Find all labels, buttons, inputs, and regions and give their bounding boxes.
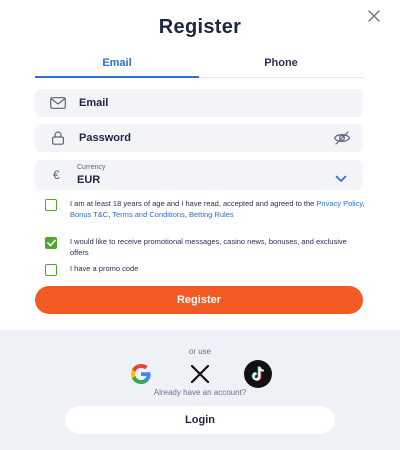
password-placeholder: Password bbox=[79, 132, 131, 144]
eye-slash-icon[interactable] bbox=[333, 130, 351, 151]
currency-label: Currency bbox=[77, 164, 106, 171]
tiktok-icon bbox=[244, 360, 272, 388]
terms-link[interactable]: Terms and Conditions bbox=[112, 210, 185, 219]
euro-icon: € bbox=[53, 168, 60, 182]
tab-phone[interactable]: Phone bbox=[199, 54, 363, 77]
google-login-button[interactable] bbox=[127, 360, 155, 388]
promo-messages-text: I would like to receive promotional mess… bbox=[70, 237, 347, 257]
password-field[interactable]: Password bbox=[35, 124, 363, 152]
privacy-policy-link[interactable]: Privacy Policy bbox=[316, 199, 362, 208]
register-button[interactable]: Register bbox=[35, 286, 363, 314]
google-icon bbox=[131, 364, 151, 384]
tab-email[interactable]: Email bbox=[35, 54, 199, 78]
promo-code-text: I have a promo code bbox=[70, 264, 139, 273]
page-title: Register bbox=[158, 16, 242, 38]
x-icon bbox=[190, 364, 210, 384]
promo-messages-row: I would like to receive promotional mess… bbox=[45, 236, 365, 258]
promo-code-row: I have a promo code bbox=[45, 263, 365, 276]
or-use-text: or use bbox=[188, 347, 212, 356]
social-login-panel: or use Already have an account? Login bbox=[0, 330, 400, 450]
age-consent-checkbox[interactable] bbox=[45, 199, 57, 211]
bonus-tc-link[interactable]: Bonus T&C bbox=[70, 210, 108, 219]
chevron-down-icon bbox=[335, 170, 347, 188]
login-button[interactable]: Login bbox=[65, 406, 335, 434]
betting-rules-link[interactable]: Betting Rules bbox=[189, 210, 234, 219]
promo-messages-checkbox[interactable] bbox=[45, 237, 57, 249]
lock-icon bbox=[49, 131, 67, 145]
checkmark-icon bbox=[46, 239, 56, 247]
age-consent-row: I am at least 18 years of age and I have… bbox=[45, 198, 365, 220]
x-login-button[interactable] bbox=[186, 360, 214, 388]
envelope-icon bbox=[49, 96, 67, 110]
already-have-account-text: Already have an account? bbox=[153, 388, 247, 397]
currency-select[interactable]: € Currency EUR bbox=[35, 160, 363, 190]
email-field[interactable]: Email bbox=[35, 89, 363, 117]
auth-tabs: Email Phone bbox=[35, 54, 363, 78]
tiktok-login-button[interactable] bbox=[244, 360, 272, 388]
email-placeholder: Email bbox=[79, 97, 109, 109]
age-consent-text: I am at least 18 years of age and I have… bbox=[70, 199, 365, 219]
promo-code-checkbox[interactable] bbox=[45, 264, 57, 276]
currency-value: EUR bbox=[77, 174, 101, 186]
